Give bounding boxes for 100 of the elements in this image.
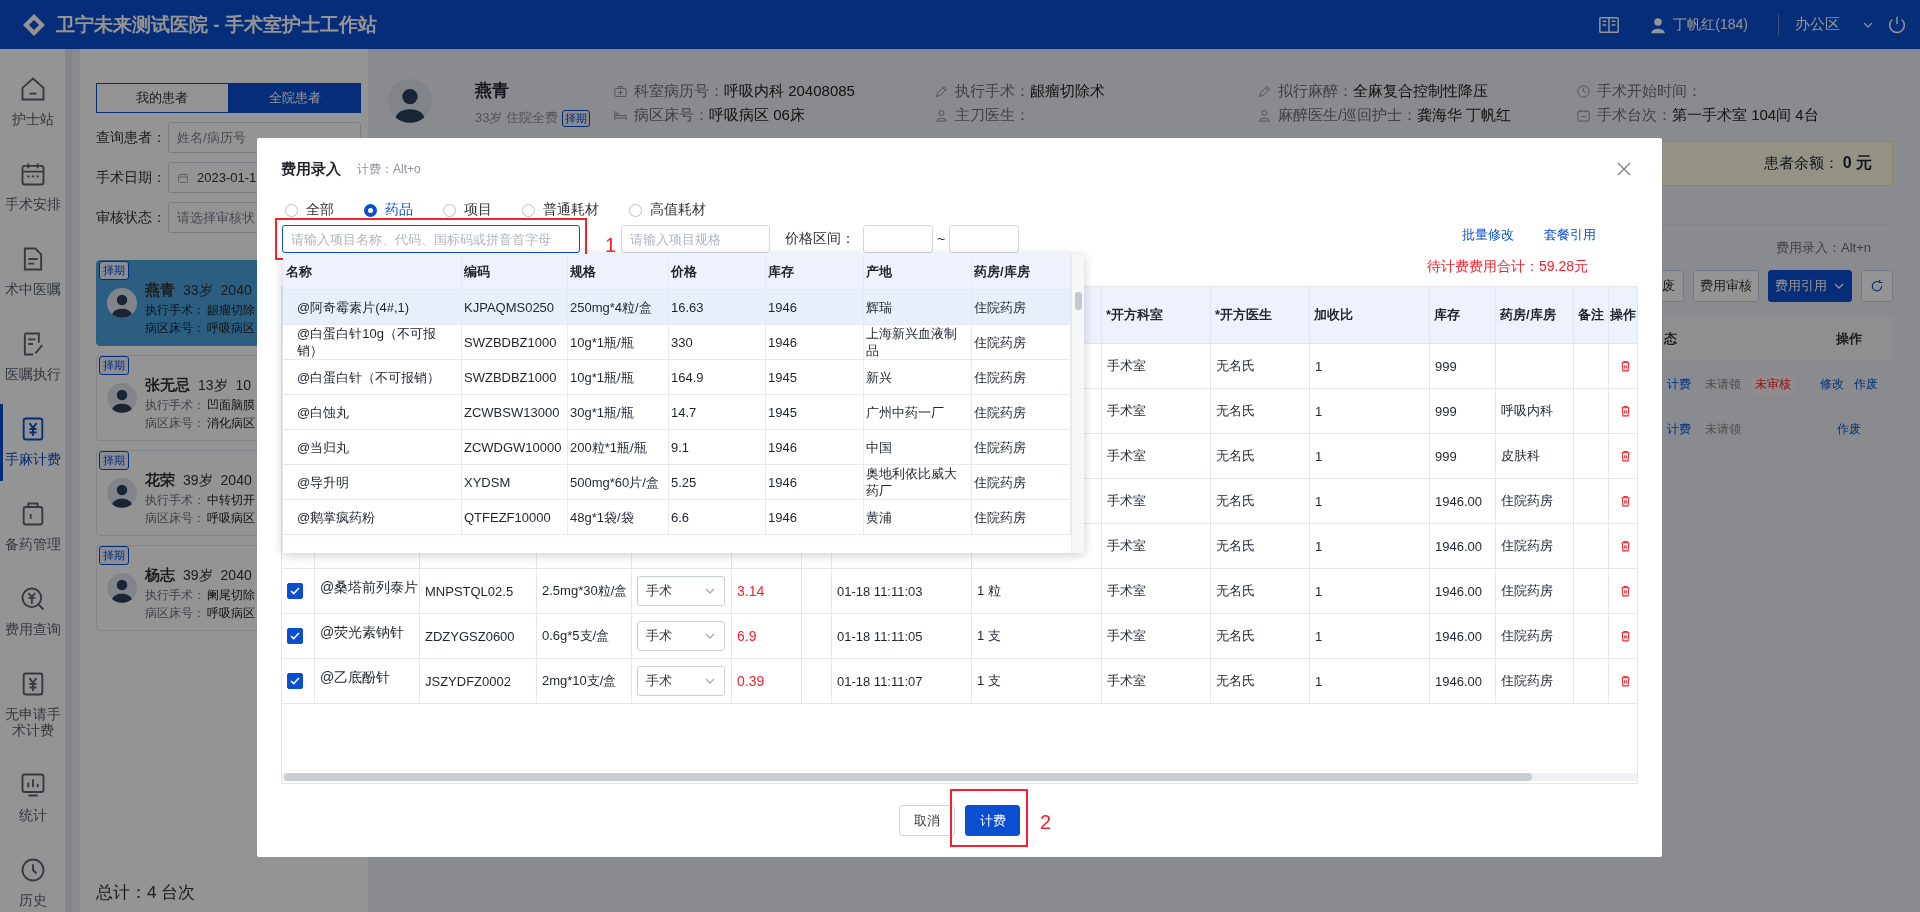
schedule-tag: 择期 [99,451,129,470]
status-tag: 未请领 [1702,374,1744,394]
table-cell: 1946 [766,325,864,359]
table-cell: 30g*1瓶/瓶 [568,395,669,429]
table-cell: @鹅掌疯药粉 [283,500,462,534]
table-cell: 手术室 [1107,537,1146,555]
table-cell: 无名氏 [1216,672,1255,690]
column-header: 操作 [1610,306,1636,324]
table-cell: 0.6g*5支/盒 [542,627,610,645]
table-cell: 1 支 [977,672,1001,690]
ward-name: 消化病区 [207,415,255,431]
surgery-label: 执行手术： [145,492,205,508]
status-tag: 计费 [1664,374,1694,394]
patient-id: 2040 [220,566,252,583]
table-cell: 黄浦 [864,500,972,534]
column-header: 编码 [462,254,568,289]
table-cell: SWZBDBZ1000 [462,360,568,394]
column-header: 名称 [283,254,462,289]
table-cell: 上海新兴血液制品 [864,325,972,359]
table-cell: 1946 [766,430,864,464]
table-cell: 手术室 [1107,672,1146,690]
price-range-label: 价格区间： [785,230,855,248]
table-cell: 164.9 [669,360,766,394]
table-cell: 250mg*4粒/盒 [568,290,669,324]
table-cell: 新兴 [864,360,972,394]
table-cell: 10g*1瓶/瓶 [568,360,669,394]
info-label: 拟行麻醉： [1278,81,1353,101]
ward-label: 病区床号： [145,415,205,431]
table-cell: KJPAQMS0250 [462,290,568,324]
table-cell: 1946 [766,290,864,324]
schedule-tag: 择期 [562,109,591,127]
schedule-tag: 择期 [99,356,129,375]
table-cell: 1 支 [977,627,1001,645]
info-label: 主刀医生： [955,105,1030,125]
table-cell: 1946.00 [1435,673,1482,689]
table-cell: 辉瑞 [864,290,972,324]
table-cell: 1 [1315,673,1323,689]
info-label: 手术台次： [1597,105,1672,125]
info-value: 第一手术室 104间 4台 [1672,105,1819,125]
patient-name: 花荣 [145,470,175,490]
pending-total: 待计费费用合计：59.28元 [1426,258,1588,276]
status-tag: 未请领 [1702,419,1744,439]
table-cell: @导升明 [283,465,462,499]
table-cell: @白蚀丸 [283,395,462,429]
status-tag: 未审核 [1752,374,1794,394]
table-cell: ZCWBSW13000 [462,395,568,429]
column-header: 操作 [1835,330,1863,348]
surgery-name: 龈瘤切除 [207,302,255,318]
info-label: 病区床号： [634,105,709,125]
filter-label: 审核状态： [96,208,167,227]
filter-label: 查询患者： [96,128,167,147]
price-value: 3.14 [737,583,765,599]
table-cell: 1 [1315,493,1323,509]
table-cell: 住院药房 [1501,627,1553,645]
table-cell: JSZYDFZ0002 [425,673,511,689]
table-cell: 手术室 [1107,357,1146,375]
patient-age: 13岁 [198,376,228,395]
balance-label: 患者余额： [1763,154,1839,173]
info-value: 全麻复合控制性降压 [1353,81,1488,101]
table-cell: 手术室 [1107,492,1146,510]
table-cell: 无名氏 [1216,582,1255,600]
patient-id: 10 [235,376,252,393]
table-cell: 手术室 [1107,402,1146,420]
info-value: 龚海华 丁帆红 [1417,105,1512,125]
shortcut-hint: 计费：Alt+o [357,160,421,178]
table-cell: 1 [1315,628,1323,644]
app-title: 卫宁未来测试医院 - 手术室护士工作站 [56,12,377,37]
ward-name: 呼吸病区 [207,605,255,621]
table-cell: 1946.00 [1435,493,1482,509]
table-cell: 无名氏 [1216,357,1255,375]
table-cell: SWZBDBZ1000 [462,325,568,359]
ward-name: 呼吸病区 [207,320,255,336]
table-cell: @乙底酚针 [320,669,391,687]
column-header: 药房/库房 [1500,306,1556,324]
balance-value: 0 元 [1842,153,1872,173]
table-cell: 10g*1瓶/瓶 [568,325,669,359]
table-cell: 1945 [766,360,864,394]
filter-label: 手术日期： [96,168,167,187]
schedule-tag: 择期 [99,546,129,565]
column-header: 库存 [766,254,864,289]
table-cell: 500mg*60片/盒 [568,465,669,499]
info-label: 手术开始时间： [1597,81,1702,101]
info-label: 科室病历号： [634,81,724,101]
table-cell: ZCWDGW10000 [462,430,568,464]
table-cell: 手术室 [1107,582,1146,600]
table-cell: 1 [1315,358,1323,374]
column-header: 产地 [864,254,972,289]
table-cell: 1946.00 [1435,538,1482,554]
table-cell: 1 粒 [977,582,1001,600]
table-cell: 1946.00 [1435,583,1482,599]
patient-age: 39岁 [183,566,213,585]
surgery-label: 执行手术： [145,397,205,413]
table-cell: 1946 [766,500,864,534]
table-cell: 01-18 11:11:03 [837,583,923,599]
table-cell: 5.25 [669,465,766,499]
table-cell: 呼吸内科 [1501,402,1553,420]
table-cell: QTFEZF10000 [462,500,568,534]
table-cell: 999 [1435,448,1457,464]
table-cell: 中国 [864,430,972,464]
range-separator: ~ [937,231,946,247]
